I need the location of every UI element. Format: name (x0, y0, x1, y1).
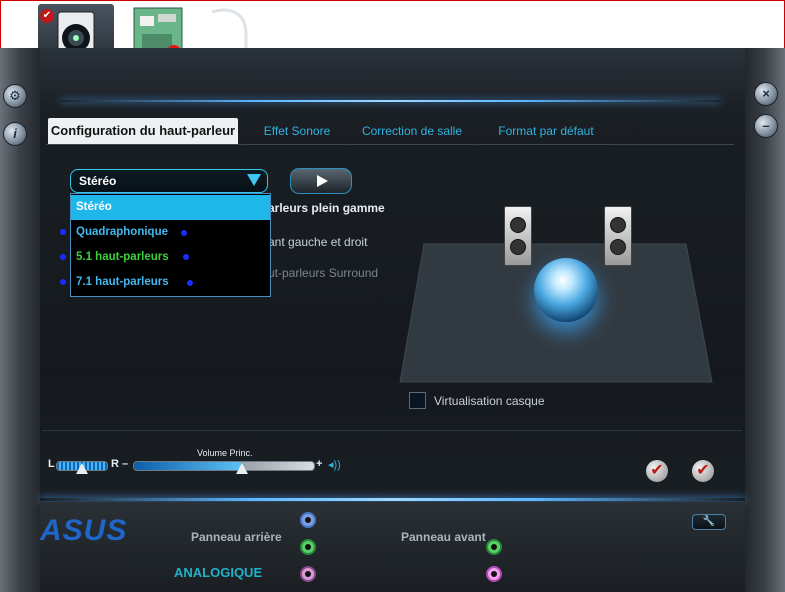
volume-thumb[interactable] (236, 463, 248, 474)
close-icon[interactable]: × (754, 82, 778, 106)
tab-sound-effect[interactable]: Effet Sonore (248, 118, 346, 145)
balance-right-label: R (111, 458, 119, 470)
speaker-stage (400, 206, 712, 386)
marker-dot (60, 279, 66, 285)
rear-jack-green[interactable] (300, 539, 316, 555)
chevron-down-icon (247, 174, 261, 186)
tab-room-correction[interactable]: Correction de salle (352, 118, 472, 145)
speaker-volume-icon[interactable]: ◂)) (328, 458, 341, 471)
front-lr-label: ant gauche et droit (268, 235, 368, 249)
surround-label: ut-parleurs Surround (268, 266, 379, 280)
divider (42, 430, 742, 431)
volume-fill (134, 462, 242, 470)
balance-thumb[interactable] (76, 463, 88, 474)
front-panel-label: Panneau avant (401, 530, 486, 544)
tab-bar: Configuration du haut-parleur Effet Sono… (46, 118, 734, 145)
marker-dot (60, 229, 66, 235)
left-speaker-icon[interactable] (504, 206, 532, 266)
marker-dot (187, 280, 193, 286)
right-speaker-icon[interactable] (604, 206, 632, 266)
headphone-virtualization-checkbox[interactable] (409, 392, 426, 409)
fullrange-label: arleurs plein gamme (268, 201, 385, 215)
select-value: Stéréo (79, 174, 117, 188)
speaker-config-dropdown: Stéréo Quadraphonique 5.1 haut-parleurs … (70, 193, 271, 297)
apply-check-icon[interactable]: ✔ (646, 460, 668, 482)
mute-check-icon[interactable]: ✔ (692, 460, 714, 482)
tab-default-format[interactable]: Format par défaut (482, 118, 610, 145)
front-jack-pink[interactable] (486, 566, 502, 582)
settings-gear-icon[interactable]: ⚙ (3, 84, 27, 108)
play-test-button[interactable] (290, 168, 352, 194)
jack-settings-button[interactable]: 🔧 (692, 514, 726, 530)
option-stereo[interactable]: Stéréo (71, 195, 270, 220)
tab-speaker-configuration[interactable]: Configuration du haut-parleur (48, 118, 238, 145)
headphone-virtualization-label: Virtualisation casque (434, 394, 545, 408)
speaker-config-select[interactable]: Stéréo (70, 169, 268, 193)
volume-minus[interactable]: – (122, 458, 128, 470)
play-icon (317, 175, 328, 187)
balance-slider[interactable] (56, 461, 108, 474)
jack-panel (40, 502, 745, 592)
volume-plus[interactable]: + (316, 458, 322, 470)
option-quadraphonic[interactable]: Quadraphonique (71, 220, 270, 245)
front-jack-green[interactable] (486, 539, 502, 555)
marker-dot (183, 254, 189, 260)
option-5-1[interactable]: 5.1 haut-parleurs (71, 245, 270, 270)
balance-left-label: L (48, 458, 55, 470)
master-volume-slider[interactable] (133, 461, 315, 474)
marker-dot (60, 254, 66, 260)
marker-dot (181, 230, 187, 236)
listener-sphere-icon (534, 258, 598, 322)
bottom-glow (40, 498, 745, 501)
rear-jack-blue[interactable] (300, 512, 316, 528)
rear-panel-label: Panneau arrière (191, 530, 282, 544)
option-7-1[interactable]: 7.1 haut-parleurs (71, 270, 270, 295)
info-icon[interactable]: i (3, 122, 27, 146)
rear-jack-pink[interactable] (300, 566, 316, 582)
minimize-icon[interactable]: – (754, 114, 778, 138)
active-check-icon: ✔ (40, 9, 54, 23)
analog-label: ANALOGIQUE (174, 565, 263, 580)
header-glow (60, 100, 720, 102)
asus-logo: ASUS (40, 514, 128, 547)
volume-label: Volume Princ. (197, 448, 253, 458)
